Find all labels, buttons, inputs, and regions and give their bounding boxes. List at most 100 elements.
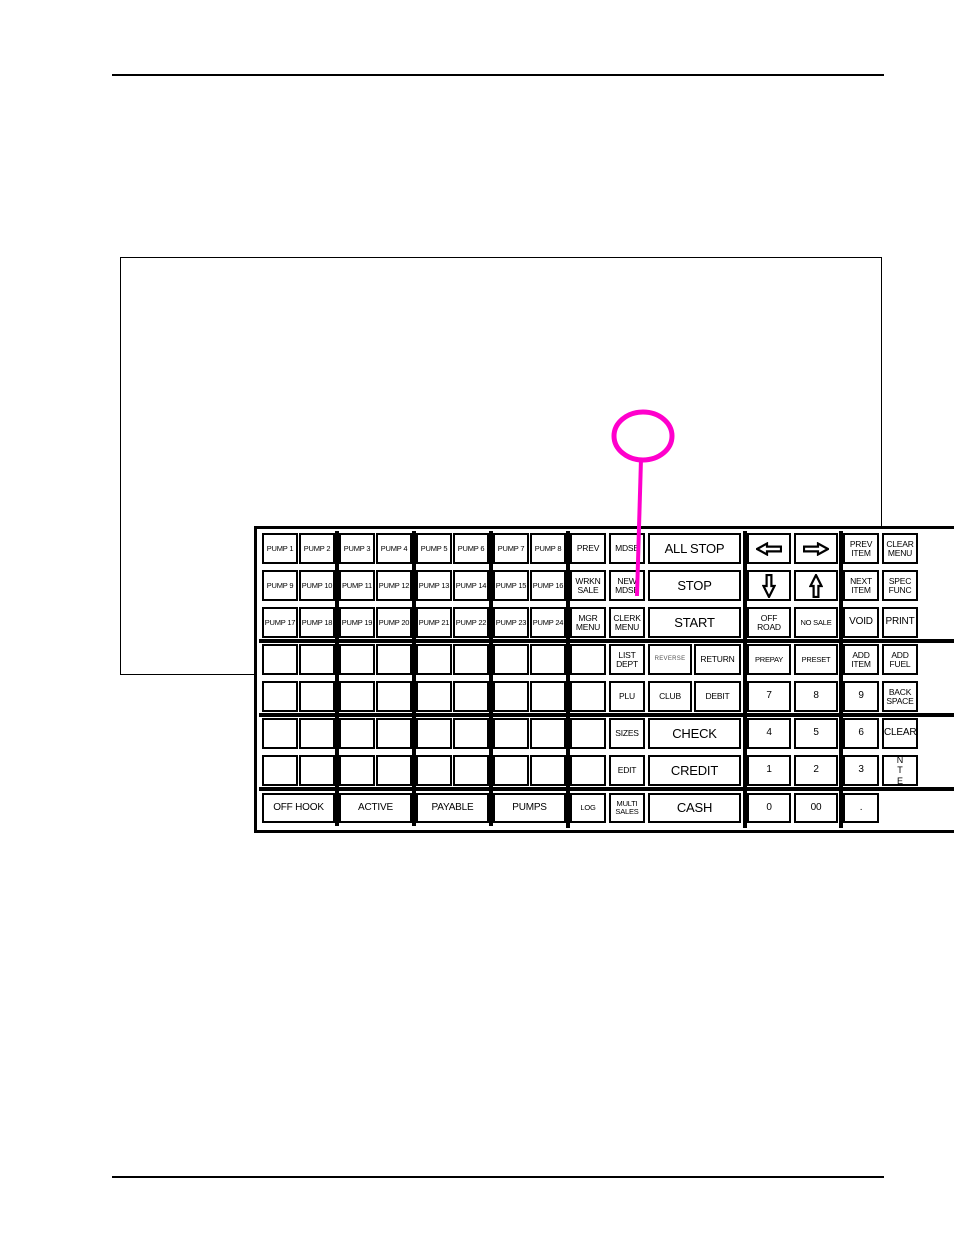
key-pump-18[interactable]: PUMP 18	[299, 607, 335, 638]
key-blank[interactable]	[416, 681, 452, 712]
key-club[interactable]: CLUB	[648, 681, 692, 712]
key-0[interactable]: 0	[747, 793, 791, 823]
key-no-sale[interactable]: NO SALE	[794, 607, 838, 638]
key-spec-func[interactable]: SPEC FUNC	[882, 570, 918, 601]
key-enter[interactable]: ENTER	[882, 755, 918, 786]
key-print[interactable]: PRINT	[882, 607, 918, 638]
key-blank[interactable]	[376, 644, 412, 675]
key-stop[interactable]: STOP	[648, 570, 741, 601]
key-pump-3[interactable]: PUMP 3	[339, 533, 375, 564]
key-cash[interactable]: CASH	[648, 793, 741, 823]
key-pump-2[interactable]: PUMP 2	[299, 533, 335, 564]
key-blank[interactable]	[530, 718, 566, 749]
key-blank[interactable]	[493, 644, 529, 675]
key-pump-22[interactable]: PUMP 22	[453, 607, 489, 638]
key-blank[interactable]	[453, 681, 489, 712]
key-clerk-menu[interactable]: CLERK MENU	[609, 607, 645, 638]
key-blank[interactable]	[299, 718, 335, 749]
key-00[interactable]: 00	[794, 793, 838, 823]
key-blank[interactable]	[376, 755, 412, 786]
key-back-space[interactable]: BACK SPACE	[882, 681, 918, 712]
key-pump-12[interactable]: PUMP 12	[376, 570, 412, 601]
key-blank[interactable]	[299, 644, 335, 675]
key-blank[interactable]	[530, 681, 566, 712]
key-4[interactable]: 4	[747, 718, 791, 749]
right-arrow-icon[interactable]	[794, 533, 838, 564]
key-blank[interactable]	[376, 718, 412, 749]
key-1[interactable]: 1	[747, 755, 791, 786]
key-blank[interactable]: .	[843, 793, 879, 823]
key-blank[interactable]	[453, 718, 489, 749]
key-blank[interactable]	[262, 755, 298, 786]
key-payable[interactable]: PAYABLE	[416, 793, 489, 823]
key-prepay[interactable]: PREPAY	[747, 644, 791, 675]
key-pump-14[interactable]: PUMP 14	[453, 570, 489, 601]
key-reverse[interactable]: REVERSE	[648, 644, 692, 675]
key-list-dept[interactable]: LIST DEPT	[609, 644, 645, 675]
key-prev[interactable]: PREV	[570, 533, 606, 564]
key-pump-9[interactable]: PUMP 9	[262, 570, 298, 601]
key-5[interactable]: 5	[794, 718, 838, 749]
key-blank[interactable]	[339, 681, 375, 712]
key-blank[interactable]	[299, 755, 335, 786]
key-blank[interactable]	[416, 755, 452, 786]
key-blank[interactable]	[339, 718, 375, 749]
key-pump-7[interactable]: PUMP 7	[493, 533, 529, 564]
key-8[interactable]: 8	[794, 681, 838, 712]
key-pumps[interactable]: PUMPS	[493, 793, 566, 823]
key-prev-item[interactable]: PREV ITEM	[843, 533, 879, 564]
key-blank[interactable]	[262, 718, 298, 749]
key-log[interactable]: LOG	[570, 793, 606, 823]
down-arrow-icon[interactable]	[747, 570, 791, 601]
key-pump-17[interactable]: PUMP 17	[262, 607, 298, 638]
left-arrow-icon[interactable]	[747, 533, 791, 564]
key-pump-15[interactable]: PUMP 15	[493, 570, 529, 601]
up-arrow-icon[interactable]	[794, 570, 838, 601]
key-start[interactable]: START	[648, 607, 741, 638]
key-mgr-menu[interactable]: MGR MENU	[570, 607, 606, 638]
key-off-hook[interactable]: OFF HOOK	[262, 793, 335, 823]
key-blank[interactable]	[339, 755, 375, 786]
key-blank[interactable]	[416, 718, 452, 749]
key-pump-5[interactable]: PUMP 5	[416, 533, 452, 564]
key-pump-21[interactable]: PUMP 21	[416, 607, 452, 638]
key-new-mdse[interactable]: NEW MDSE	[609, 570, 645, 601]
key-pump-11[interactable]: PUMP 11	[339, 570, 375, 601]
key-pump-1[interactable]: PUMP 1	[262, 533, 298, 564]
key-credit[interactable]: CREDIT	[648, 755, 741, 786]
key-pump-10[interactable]: PUMP 10	[299, 570, 335, 601]
key-off-road[interactable]: OFF ROAD	[747, 607, 791, 638]
key-blank[interactable]	[453, 644, 489, 675]
key-3[interactable]: 3	[843, 755, 879, 786]
key-pump-13[interactable]: PUMP 13	[416, 570, 452, 601]
key-blank[interactable]	[339, 644, 375, 675]
key-pump-19[interactable]: PUMP 19	[339, 607, 375, 638]
key-wrkn-sale[interactable]: WRKN SALE	[570, 570, 606, 601]
key-plu[interactable]: PLU	[609, 681, 645, 712]
key-2[interactable]: 2	[794, 755, 838, 786]
key-blank[interactable]	[493, 681, 529, 712]
key-pump-20[interactable]: PUMP 20	[376, 607, 412, 638]
key-multi-sales[interactable]: MULTI SALES	[609, 793, 645, 823]
key-preset[interactable]: PRESET	[794, 644, 838, 675]
key-pump-24[interactable]: PUMP 24	[530, 607, 566, 638]
key-blank[interactable]	[530, 644, 566, 675]
key-sizes[interactable]: SIZES	[609, 718, 645, 749]
key-add-fuel[interactable]: ADD FUEL	[882, 644, 918, 675]
key-active[interactable]: ACTIVE	[339, 793, 412, 823]
key-pump-23[interactable]: PUMP 23	[493, 607, 529, 638]
key-debit[interactable]: DEBIT	[694, 681, 741, 712]
key-blank[interactable]	[262, 644, 298, 675]
key-blank[interactable]	[493, 718, 529, 749]
key-clear-menu[interactable]: CLEAR MENU	[882, 533, 918, 564]
key-pump-8[interactable]: PUMP 8	[530, 533, 566, 564]
key-blank[interactable]	[570, 681, 606, 712]
key-edit[interactable]: EDIT	[609, 755, 645, 786]
key-add-item[interactable]: ADD ITEM	[843, 644, 879, 675]
key-9[interactable]: 9	[843, 681, 879, 712]
key-void[interactable]: VOID	[843, 607, 879, 638]
key-blank[interactable]	[262, 681, 298, 712]
key-blank[interactable]	[453, 755, 489, 786]
key-blank[interactable]	[530, 755, 566, 786]
key-blank[interactable]	[570, 718, 606, 749]
